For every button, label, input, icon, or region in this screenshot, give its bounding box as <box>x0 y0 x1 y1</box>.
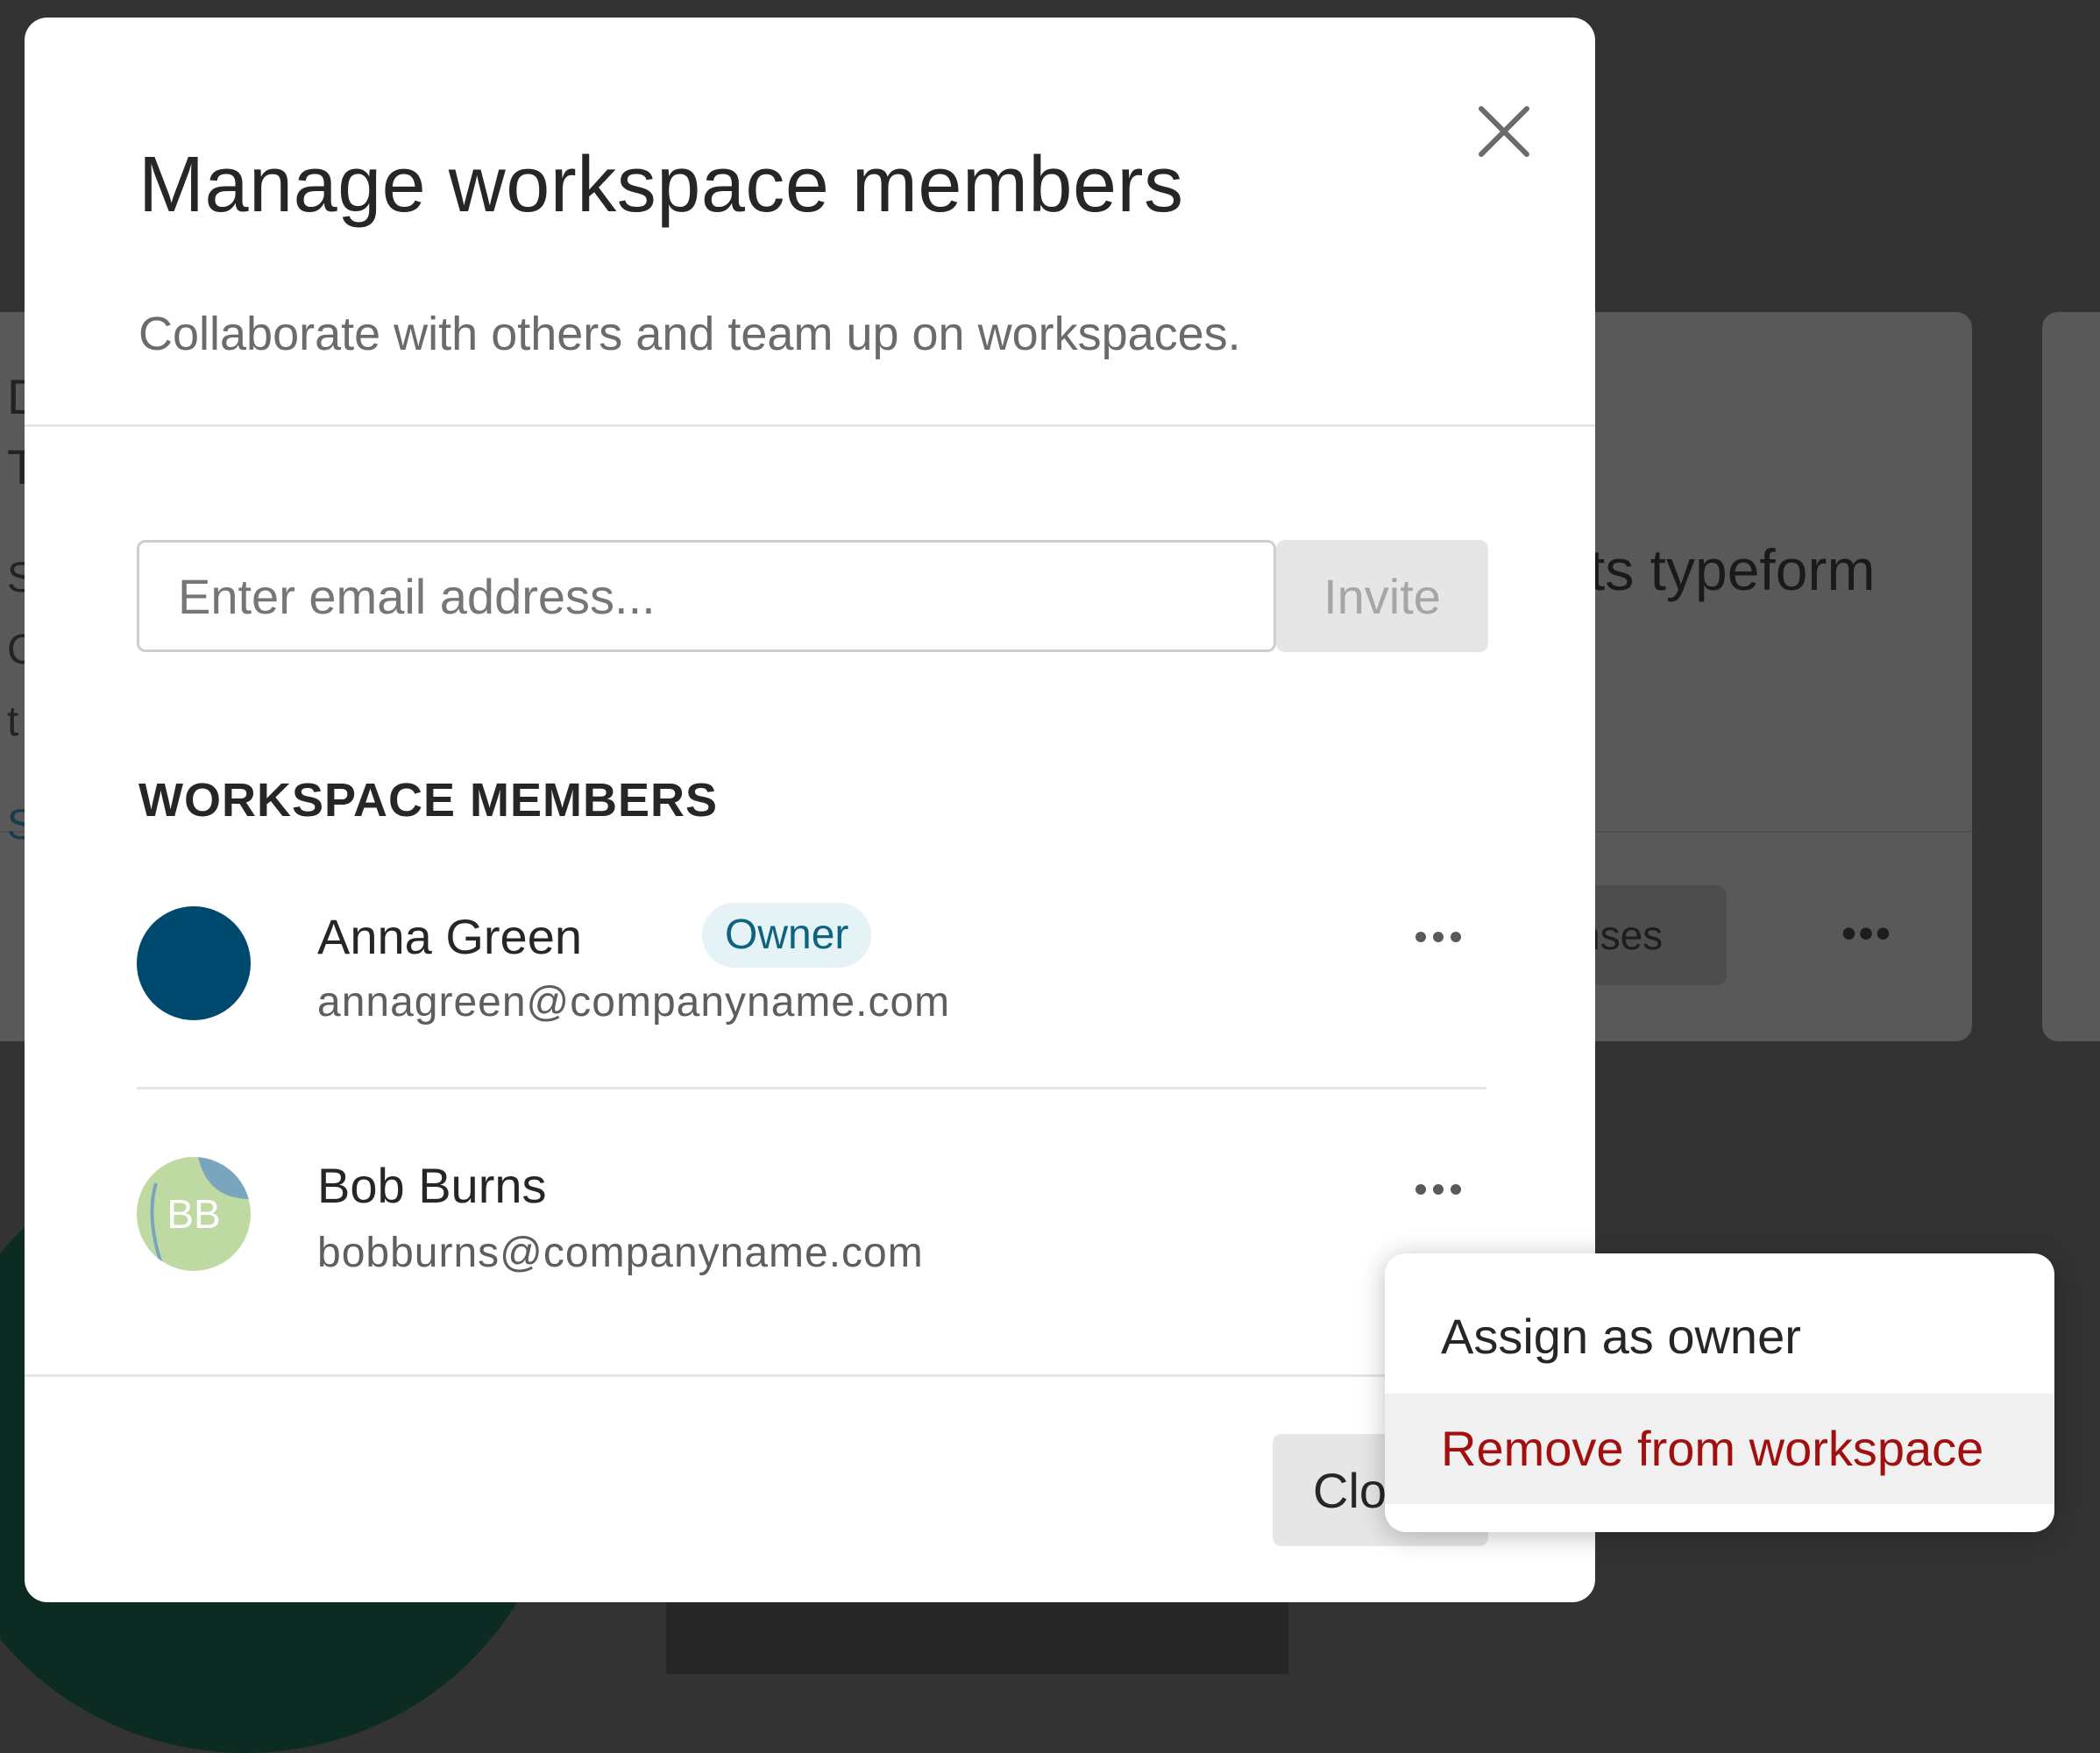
remove-from-workspace-menu-item[interactable]: Remove from workspace <box>1385 1394 2054 1504</box>
member-email: bobburns@companyname.com <box>317 1230 924 1276</box>
more-dots-icon <box>1415 932 1426 942</box>
header-divider <box>25 424 1595 427</box>
member-row: BB Bob Burns bobburns@companyname.com <box>137 1138 1486 1295</box>
avatar: BB <box>137 1157 251 1271</box>
members-section-heading: WORKSPACE MEMBERS <box>138 774 719 827</box>
background-text-fragment: D <box>7 369 26 424</box>
member-row: Anna Green Owner annagreen@companyname.c… <box>137 887 1486 1054</box>
close-icon <box>1479 106 1529 157</box>
background-text-fragment: t <box>7 699 19 745</box>
member-options-button[interactable] <box>1390 1159 1486 1220</box>
assign-owner-menu-item[interactable]: Assign as owner <box>1385 1281 2054 1392</box>
background-card-title: cts typeform <box>1560 537 1876 602</box>
background-more-icon: ••• <box>1841 909 1893 958</box>
modal-subtitle: Collaborate with others and team up on w… <box>138 308 1241 360</box>
background-card-right <box>2042 312 2100 1041</box>
member-name: Bob Burns <box>317 1158 547 1213</box>
owner-badge: Owner <box>702 903 872 968</box>
background-text-fragment: S <box>7 802 26 848</box>
background-text-fragment: S <box>7 555 26 601</box>
close-modal-button[interactable] <box>1462 89 1546 174</box>
member-name: Anna Green <box>317 909 582 964</box>
background-text-fragment: T <box>7 439 26 494</box>
member-divider <box>137 1087 1486 1089</box>
invite-button[interactable]: Invite <box>1276 540 1488 652</box>
footer-divider <box>25 1374 1595 1377</box>
member-email: annagreen@companyname.com <box>317 979 951 1026</box>
manage-members-modal: Manage workspace members Collaborate wit… <box>25 18 1595 1602</box>
member-options-button[interactable] <box>1390 906 1486 968</box>
avatar <box>137 906 251 1020</box>
member-options-menu: Assign as owner Remove from workspace <box>1385 1253 2054 1532</box>
background-text-fragment: C <box>7 627 26 673</box>
more-dots-icon <box>1415 1184 1426 1195</box>
email-input[interactable] <box>137 540 1276 652</box>
avatar-initials: BB <box>167 1191 221 1237</box>
modal-title: Manage workspace members <box>138 141 1184 229</box>
